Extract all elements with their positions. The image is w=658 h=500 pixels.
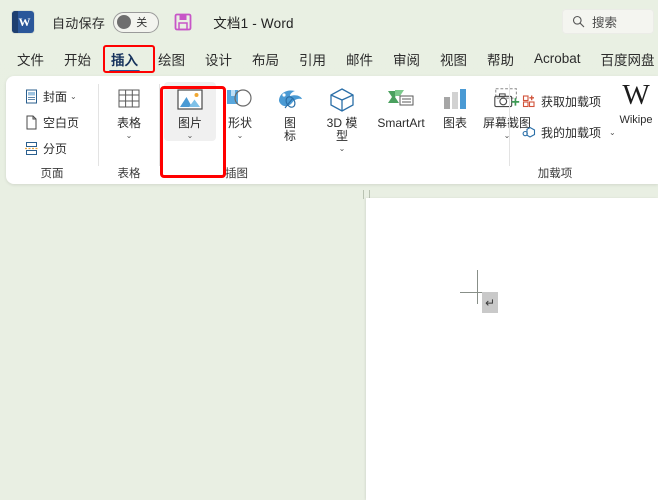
group-label-illustrations: 插图: [225, 168, 248, 180]
get-addins-button[interactable]: 获取加载项: [518, 90, 620, 112]
word-logo-letter: W: [18, 15, 31, 29]
cover-page-icon: [24, 89, 39, 104]
autosave-toggle-knob: [117, 15, 132, 29]
search-input[interactable]: 搜索: [562, 9, 654, 34]
my-addins-button[interactable]: 我的加载项 ⌄: [518, 121, 620, 143]
chevron-down-icon[interactable]: ⌄: [237, 131, 244, 141]
smartart-button[interactable]: SmartArt: [368, 82, 434, 130]
tab-layout[interactable]: 布局: [243, 45, 288, 74]
my-addins-label: 我的加载项: [541, 125, 602, 140]
tab-file[interactable]: 文件: [8, 45, 53, 74]
page-break-icon: [24, 141, 39, 156]
get-addins-icon: [522, 94, 537, 109]
ribbon-group-pages: 封面 ⌄ 空白页 分页 页面: [6, 76, 98, 184]
tab-acrobat[interactable]: Acrobat: [525, 47, 590, 71]
picture-button[interactable]: 图片 ⌄: [164, 82, 216, 141]
table-icon: [114, 85, 144, 115]
3d-model-button[interactable]: 3D 模 型 ⌄: [314, 82, 370, 154]
tab-insert[interactable]: 插入: [102, 45, 147, 74]
autosave-label: 自动保存: [52, 15, 106, 31]
group-label-tables: 表格: [117, 168, 141, 180]
document-area[interactable]: [0, 190, 658, 500]
chart-icon: [440, 85, 470, 115]
wikipedia-label: Wikipe: [619, 114, 653, 126]
chart-button[interactable]: 图表: [432, 82, 478, 130]
table-label: 表格: [116, 116, 141, 130]
autosave-toggle-state: 关: [136, 17, 148, 29]
group-label-addins: 加载项: [537, 168, 573, 180]
ribbon-group-tables: 表格 ⌄ 表格: [99, 76, 159, 184]
wikipedia-logo-letter: W: [622, 79, 650, 111]
word-window: W 自动保存 关 文档1 - Word 搜索 文件 开始 插入 绘图 设计 布局…: [0, 0, 658, 500]
icons-icon: [275, 85, 305, 115]
tab-mailings[interactable]: 邮件: [337, 45, 382, 74]
chart-label: 图表: [442, 116, 467, 130]
tab-view[interactable]: 视图: [431, 45, 476, 74]
page-break-label: 分页: [43, 141, 68, 156]
ribbon-group-illustrations: 图片 ⌄ 形状 ⌄ 图 标 3D 模 型 ⌄ SmartArt 图表 屏幕截图 …: [160, 76, 531, 184]
smartart-label: SmartArt: [377, 116, 425, 130]
shapes-icon: [225, 85, 255, 115]
3d-model-label: 3D 模 型: [326, 116, 358, 143]
blank-page-icon: [24, 115, 39, 130]
tab-baidu-netdisk[interactable]: 百度网盘: [592, 45, 658, 74]
tab-design[interactable]: 设计: [196, 45, 241, 74]
chevron-down-icon[interactable]: ⌄: [70, 92, 77, 101]
tab-references[interactable]: 引用: [290, 45, 335, 74]
chevron-down-icon[interactable]: ⌄: [339, 144, 346, 154]
picture-icon: [175, 85, 205, 115]
tab-review[interactable]: 审阅: [384, 45, 429, 74]
blank-page-button[interactable]: 空白页: [20, 111, 83, 133]
document-title: 文档1 - Word: [213, 16, 294, 31]
get-addins-label: 获取加载项: [541, 94, 602, 109]
picture-label: 图片: [177, 116, 202, 130]
shapes-button[interactable]: 形状 ⌄: [214, 82, 266, 141]
tab-draw[interactable]: 绘图: [149, 45, 194, 74]
smartart-icon: [386, 85, 416, 115]
page-break-button[interactable]: 分页: [20, 137, 83, 159]
tab-home[interactable]: 开始: [55, 45, 100, 74]
icons-button[interactable]: 图 标: [264, 82, 316, 143]
chevron-down-icon[interactable]: ⌄: [187, 131, 194, 141]
blank-page-label: 空白页: [43, 115, 80, 130]
search-placeholder: 搜索: [592, 16, 618, 30]
tab-help[interactable]: 帮助: [478, 45, 523, 74]
cover-page-label: 封面: [43, 89, 68, 104]
search-icon: [572, 15, 585, 28]
document-page[interactable]: [366, 198, 658, 500]
chevron-down-icon[interactable]: ⌄: [126, 131, 133, 141]
3d-model-icon: [327, 85, 357, 115]
ribbon-group-addins: 获取加载项 我的加载项 ⌄ W Wikipe 加载项: [510, 76, 658, 184]
table-button[interactable]: 表格 ⌄: [103, 82, 155, 141]
title-bar: W 自动保存 关 文档1 - Word 搜索: [0, 0, 658, 44]
cover-page-button[interactable]: 封面 ⌄: [20, 85, 83, 107]
ribbon-tab-bar: 文件 开始 插入 绘图 设计 布局 引用 邮件 审阅 视图 帮助 Acrobat…: [0, 44, 658, 74]
wikipedia-addin-button[interactable]: W Wikipe: [606, 80, 658, 126]
shapes-label: 形状: [227, 116, 252, 130]
icons-label: 图 标: [283, 116, 296, 143]
ribbon: 封面 ⌄ 空白页 分页 页面 表格 ⌄ 表格 图片 ⌄ 形状 ⌄ 图 标 3D …: [6, 76, 658, 184]
word-logo-icon: W: [12, 11, 34, 33]
chevron-down-icon[interactable]: ⌄: [609, 128, 616, 137]
group-label-pages: 页面: [40, 168, 64, 180]
my-addins-icon: [522, 125, 537, 140]
paragraph-mark: ↵: [482, 292, 498, 313]
autosave-toggle[interactable]: 关: [113, 11, 160, 33]
save-disk-icon[interactable]: [173, 12, 193, 32]
